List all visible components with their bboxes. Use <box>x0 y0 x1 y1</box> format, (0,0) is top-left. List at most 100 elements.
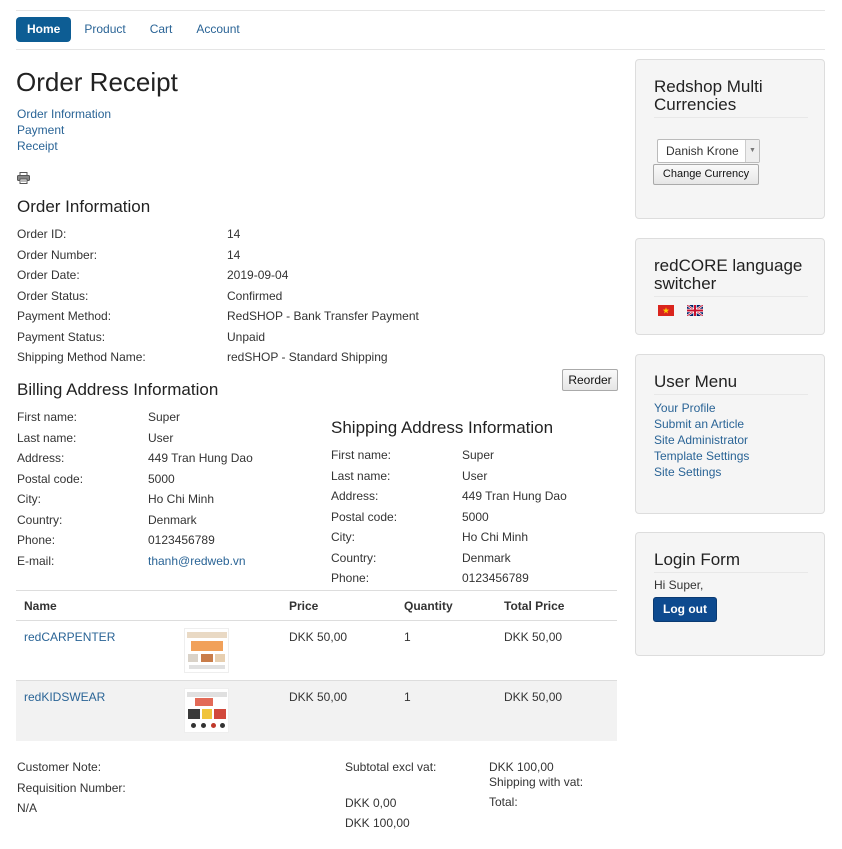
product-price: DKK 50,00 <box>289 690 348 704</box>
main-nav: Home Product Cart Account <box>16 17 253 42</box>
currency-module: Redshop Multi Currencies Danish Krone ▼ … <box>635 59 825 219</box>
order-date-value: 2019-09-04 <box>227 268 289 282</box>
reorder-button[interactable]: Reorder <box>562 369 618 391</box>
total-value: DKK 100,00 <box>345 816 410 830</box>
billing-value: Super <box>148 410 181 424</box>
language-module-title: redCORE language switcher <box>654 257 808 297</box>
nav-product[interactable]: Product <box>73 17 136 42</box>
order-status-row: Order Status: Confirmed <box>17 286 419 307</box>
shipping-label: City: <box>331 530 355 544</box>
step-payment[interactable]: Payment <box>17 122 111 138</box>
customer-note-label: Customer Note: <box>17 760 102 774</box>
billing-row: Postal code: 5000 <box>17 469 253 490</box>
billing-label: Postal code: <box>17 471 84 486</box>
billing-label: Address: <box>17 451 65 465</box>
shipping-value: Ho Chi Minh <box>462 530 529 544</box>
menu-link-site-administrator[interactable]: Site Administrator <box>654 432 808 448</box>
billing-list: First name: Super Last name: User Address:… <box>17 407 253 571</box>
shipping-row: City: Ho Chi Minh <box>331 527 567 548</box>
shipping-label: Country: <box>331 550 377 565</box>
product-link[interactable]: redKIDSWEAR <box>24 690 105 704</box>
billing-heading: Billing Address Information <box>17 380 219 399</box>
billing-row: First name: Super <box>17 407 253 428</box>
billing-row: Address: 449 Tran Hung Dao <box>17 448 253 469</box>
shipping-row: Phone: 0123456789 <box>331 568 567 589</box>
step-receipt[interactable]: Receipt <box>17 138 111 154</box>
logout-button[interactable]: Log out <box>653 597 717 622</box>
product-total: DKK 50,00 <box>504 630 563 644</box>
table-row: redCARPENTER DKK 50,00 1 DKK 50,00 <box>16 621 617 681</box>
order-number-label: Order Number: <box>17 247 98 262</box>
currency-selected: Danish Krone <box>666 144 739 158</box>
payment-status-value: Unpaid <box>227 329 266 344</box>
page-title: Order Receipt <box>16 67 178 97</box>
billing-value: Denmark <box>148 512 197 527</box>
billing-label: Phone: <box>17 533 56 547</box>
billing-row: E-mail: thanh@redweb.vn <box>17 551 253 572</box>
shipping-value: 0123456789 <box>462 571 529 585</box>
shipping-heading: Shipping Address Information <box>331 418 554 437</box>
order-status-label: Order Status: <box>17 288 89 303</box>
shipping-label: Last name: <box>331 468 391 483</box>
menu-link-submit-article[interactable]: Submit an Article <box>654 416 808 432</box>
shipping-cost-value: DKK 0,00 <box>345 796 397 810</box>
billing-value: Ho Chi Minh <box>148 492 215 506</box>
uk-flag-icon[interactable] <box>687 305 703 316</box>
billing-value: User <box>148 430 174 445</box>
billing-value: 0123456789 <box>148 533 215 547</box>
change-currency-button[interactable]: Change Currency <box>653 164 759 185</box>
currency-select[interactable]: Danish Krone ▼ <box>657 139 760 163</box>
billing-value: 5000 <box>148 471 175 486</box>
order-id-value: 14 <box>227 227 241 241</box>
order-id-row: Order ID: 14 <box>17 224 419 245</box>
print-icon[interactable] <box>17 172 30 184</box>
product-total: DKK 50,00 <box>504 690 563 704</box>
nav-cart[interactable]: Cart <box>139 17 184 42</box>
shipping-label: First name: <box>331 448 392 462</box>
product-thumbnail[interactable] <box>184 628 229 673</box>
menu-link-template-settings[interactable]: Template Settings <box>654 448 808 464</box>
top-divider <box>16 10 825 11</box>
subtotal-label: Subtotal excl vat: <box>345 760 437 774</box>
language-module: redCORE language switcher <box>635 238 825 335</box>
billing-row: City: Ho Chi Minh <box>17 489 253 510</box>
totals-values: DKK 100,00 Shipping with vat: Total: <box>489 757 583 810</box>
product-thumbnail[interactable] <box>184 688 229 733</box>
shipping-method-row: Shipping Method Name: redSHOP - Standard … <box>17 347 419 368</box>
shipping-row: Last name: User <box>331 466 567 487</box>
col-quantity-header: Quantity <box>404 599 453 613</box>
product-link[interactable]: redCARPENTER <box>24 630 115 644</box>
currency-module-title: Redshop Multi Currencies <box>654 78 808 118</box>
payment-method-value: RedSHOP - Bank Transfer Payment <box>227 309 419 323</box>
shipping-method-value: redSHOP - Standard Shipping <box>227 350 388 364</box>
shipping-label: Postal code: <box>331 509 398 524</box>
billing-email-link[interactable]: thanh@redweb.vn <box>148 551 246 572</box>
step-order-information[interactable]: Order Information <box>17 106 111 122</box>
login-module: Login Form Hi Super, Log out <box>635 532 825 656</box>
shipping-row: First name: Super <box>331 445 567 466</box>
requisition-value: N/A <box>17 801 38 815</box>
menu-link-your-profile[interactable]: Your Profile <box>654 400 808 416</box>
login-greeting: Hi Super, <box>654 578 704 592</box>
order-id-label: Order ID: <box>17 227 67 241</box>
totals-labels: Subtotal excl vat: DKK 0,00 DKK 100,00 <box>345 757 436 833</box>
user-menu-title: User Menu <box>654 373 808 395</box>
total-label: Total: <box>489 795 518 809</box>
order-date-label: Order Date: <box>17 268 80 282</box>
nav-account[interactable]: Account <box>185 17 250 42</box>
col-image-header <box>184 591 289 620</box>
table-row: redKIDSWEAR DKK 50,00 1 DKK 50,00 <box>16 681 617 741</box>
menu-link-site-settings[interactable]: Site Settings <box>654 464 808 480</box>
shipping-label: Address: <box>331 489 379 503</box>
payment-status-label: Payment Status: <box>17 329 106 344</box>
subtotal-value: DKK 100,00 <box>489 760 554 774</box>
nav-divider <box>16 49 825 50</box>
nav-home[interactable]: Home <box>16 17 72 42</box>
vietnam-flag-icon[interactable] <box>658 305 674 316</box>
payment-method-label: Payment Method: <box>17 309 112 323</box>
user-menu-links: Your Profile Submit an Article Site Admi… <box>654 400 808 480</box>
checkout-steps: Order Information Payment Receipt <box>17 106 111 154</box>
shipping-value: 449 Tran Hung Dao <box>462 489 567 503</box>
col-total-header: Total Price <box>504 599 565 613</box>
order-status-value: Confirmed <box>227 288 283 303</box>
